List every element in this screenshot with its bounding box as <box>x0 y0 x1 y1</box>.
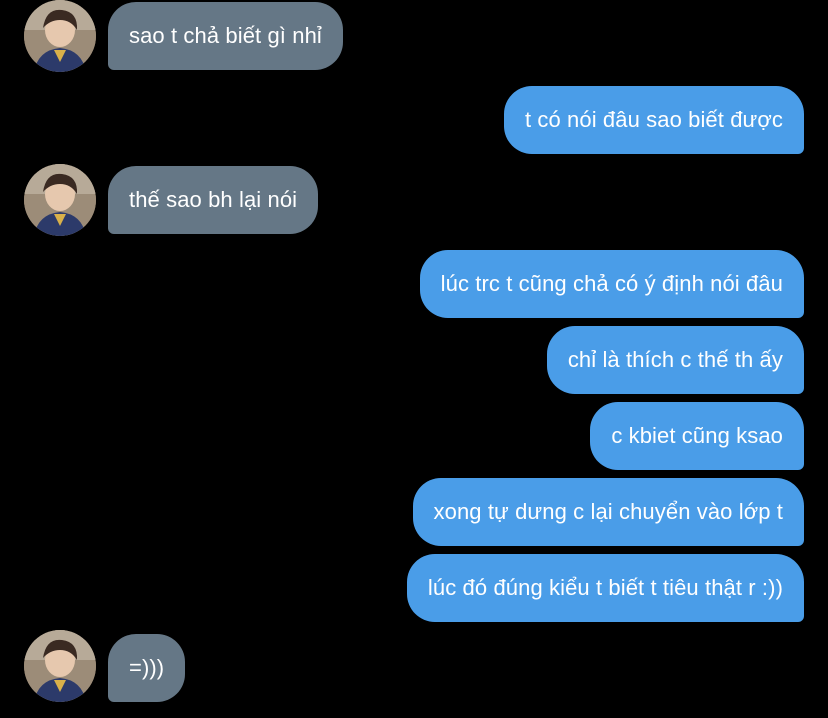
contact-avatar[interactable] <box>24 164 96 236</box>
message-bubble-received[interactable]: sao t chả biết gì nhỉ <box>108 2 343 70</box>
message-bubble-sent[interactable]: xong tự dưng c lại chuyển vào lớp t <box>412 478 804 546</box>
contact-avatar[interactable] <box>24 0 96 72</box>
message-bubble-received[interactable]: thế sao bh lại nói <box>108 166 319 234</box>
avatar-photo-icon <box>24 164 96 236</box>
message-bubble-sent[interactable]: t có nói đâu sao biết được <box>503 86 804 154</box>
avatar-photo-icon <box>24 0 96 72</box>
message-thread: sao t chả biết gì nhỉ t có nói đâu sao b… <box>0 0 828 718</box>
contact-avatar[interactable] <box>24 630 96 702</box>
message-bubble-sent[interactable]: lúc trc t cũng chả có ý định nói đâu <box>419 250 804 318</box>
message-bubble-sent[interactable]: lúc đó đúng kiểu t biết t tiêu thật r :)… <box>406 554 804 622</box>
message-bubble-sent[interactable]: chỉ là thích c thế th ấy <box>546 326 804 394</box>
avatar-photo-icon <box>24 630 96 702</box>
message-bubble-received[interactable]: =))) <box>108 634 186 702</box>
message-bubble-sent[interactable]: c kbiet cũng ksao <box>590 402 804 470</box>
